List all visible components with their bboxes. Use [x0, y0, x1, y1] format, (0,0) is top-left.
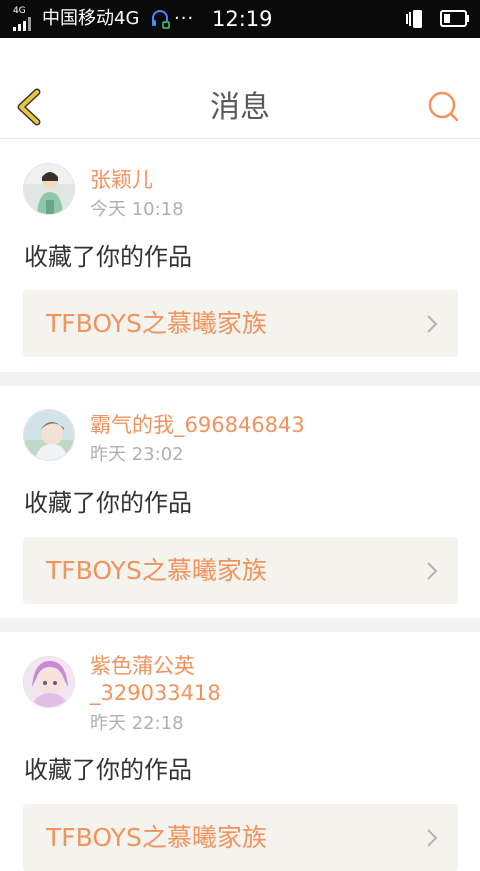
- message-item: 张颖儿 今天 10:18 收藏了你的作品 TFBOYS之慕曦家族: [0, 140, 480, 372]
- work-link[interactable]: TFBOYS之慕曦家族: [23, 804, 458, 871]
- user-name[interactable]: 紫色蒲公英: [90, 652, 195, 680]
- divider: [0, 618, 480, 632]
- navigation-header: 消息: [0, 38, 480, 139]
- user-name[interactable]: 霸气的我_696846843: [90, 411, 305, 439]
- status-bar: 4G 中国移动4G ··· 12:19: [0, 0, 480, 38]
- avatar[interactable]: [23, 409, 75, 461]
- chevron-right-icon: [427, 829, 438, 847]
- work-title: TFBOYS之慕曦家族: [46, 556, 267, 585]
- divider: [0, 372, 480, 386]
- work-link[interactable]: TFBOYS之慕曦家族: [23, 537, 458, 604]
- battery-icon: [440, 10, 469, 27]
- message-item: 霸气的我_696846843 昨天 23:02 收藏了你的作品 TFBOYS之慕…: [0, 386, 480, 618]
- user-photo: [24, 164, 74, 214]
- action-text: 收藏了你的作品: [24, 756, 192, 784]
- action-text: 收藏了你的作品: [24, 243, 192, 271]
- network-type-label: 4G: [13, 6, 26, 16]
- vibrate-icon: [406, 10, 422, 28]
- work-title: TFBOYS之慕曦家族: [46, 823, 267, 852]
- search-icon: [428, 91, 459, 122]
- chevron-right-icon: [427, 315, 438, 333]
- work-title: TFBOYS之慕曦家族: [46, 309, 267, 338]
- page-title: 消息: [210, 90, 270, 125]
- message-time: 昨天 23:02: [90, 444, 184, 465]
- user-name[interactable]: 张颖儿: [90, 166, 153, 194]
- user-name-line-2[interactable]: _329033418: [90, 679, 221, 707]
- message-time: 昨天 22:18: [90, 713, 184, 734]
- user-photo: [24, 410, 74, 460]
- user-photo: [24, 657, 74, 707]
- avatar[interactable]: [23, 656, 75, 708]
- message-list: 张颖儿 今天 10:18 收藏了你的作品 TFBOYS之慕曦家族 霸气的我_69…: [0, 140, 480, 871]
- message-item: 紫色蒲公英 _329033418 昨天 22:18 收藏了你的作品 TFBOYS…: [0, 632, 480, 871]
- work-link[interactable]: TFBOYS之慕曦家族: [23, 290, 458, 357]
- headset-icon: [152, 10, 170, 29]
- carrier-label: 中国移动4G: [42, 8, 140, 29]
- avatar[interactable]: [23, 163, 75, 215]
- message-time: 今天 10:18: [90, 199, 184, 220]
- search-button[interactable]: [427, 90, 459, 122]
- signal-icon: 4G: [13, 6, 37, 31]
- chevron-right-icon: [427, 562, 438, 580]
- action-text: 收藏了你的作品: [24, 489, 192, 517]
- clock: 12:19: [212, 7, 273, 31]
- more-notifications-icon: ···: [174, 8, 195, 29]
